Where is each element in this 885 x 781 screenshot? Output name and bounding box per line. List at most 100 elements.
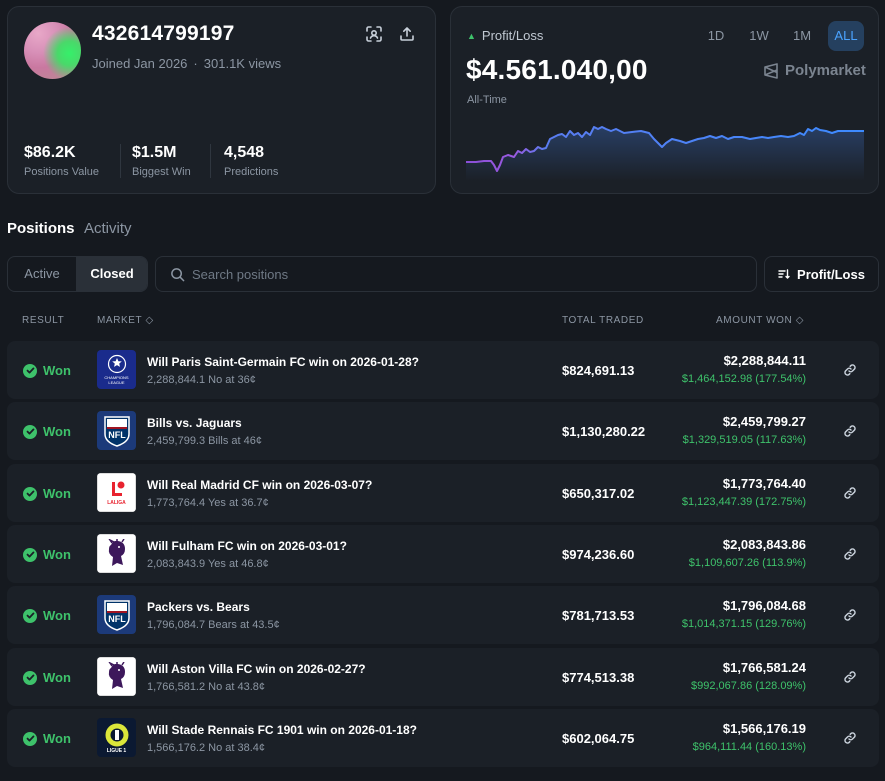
tab-activity[interactable]: Activity	[84, 220, 132, 237]
table-row[interactable]: Won Will Fulham FC win on 2026-03-01? 2,08…	[7, 525, 879, 583]
stat-divider	[120, 144, 121, 178]
joined-date: Joined Jan 2026	[92, 56, 188, 71]
market-position: 1,796,084.7 Bears at 43.5¢	[147, 619, 280, 631]
market-logo: CHAMPIONS LEAGUE	[97, 350, 136, 389]
col-amount-won-label: AMOUNT WON	[716, 315, 793, 326]
amount-won: $2,288,844.11	[723, 353, 806, 368]
result-badge: Won	[23, 363, 71, 378]
market-title[interactable]: Will Aston Villa FC win on 2026-02-27?	[147, 662, 366, 676]
pnl-sparkline	[466, 126, 864, 181]
scan-icon[interactable]	[365, 25, 383, 43]
stat-label: Predictions	[224, 166, 279, 178]
logo-text: LIGUE 1	[106, 747, 127, 754]
amount-won: $1,773,764.40	[722, 476, 806, 491]
result-label: Won	[43, 608, 71, 623]
market-logo: NFL	[97, 595, 136, 634]
stat-value: $86.2K	[24, 144, 76, 161]
range-1m[interactable]: 1M	[787, 21, 817, 51]
sort-diamond-icon: ◇	[795, 315, 805, 326]
logo-text: LALIGA	[107, 500, 126, 506]
stat-biggest-win: $1.5M Biggest Win	[132, 144, 191, 178]
market-position: 2,288,844.1 No at 36¢	[147, 374, 256, 386]
stat-predictions: 4,548 Predictions	[224, 144, 278, 178]
link-icon[interactable]	[843, 670, 857, 684]
range-all[interactable]: ALL	[828, 21, 864, 51]
market-title[interactable]: Will Real Madrid CF win on 2026-03-07?	[147, 478, 372, 492]
nfl-shield-icon: NFL	[103, 416, 130, 447]
profit-gain: $1,123,447.39 (172.75%)	[681, 496, 806, 508]
profit-gain: $964,111.44 (160.13%)	[692, 741, 806, 753]
market-title[interactable]: Will Paris Saint-Germain FC win on 2026-…	[147, 355, 419, 369]
pnl-period: All-Time	[467, 94, 507, 106]
market-title[interactable]: Bills vs. Jaguars	[147, 416, 242, 430]
stat-label: Biggest Win	[132, 166, 191, 178]
result-label: Won	[43, 670, 71, 685]
search-input[interactable]	[192, 257, 742, 291]
col-market[interactable]: MARKET ◇	[97, 315, 154, 326]
profit-gain: $1,329,519.05 (117.63%)	[682, 434, 806, 446]
col-amount-won[interactable]: AMOUNT WON ◇	[716, 315, 804, 326]
pnl-card: ▲ Profit/Loss $4.561.040,00 All-Time 1D 1…	[450, 6, 879, 194]
market-title[interactable]: Will Stade Rennais FC 1901 win on 2026-0…	[147, 723, 417, 737]
result-badge: Won	[23, 486, 71, 501]
check-circle-icon	[23, 424, 37, 439]
link-icon[interactable]	[843, 547, 857, 561]
range-1w[interactable]: 1W	[743, 21, 775, 51]
result-label: Won	[43, 486, 71, 501]
filter-active[interactable]: Active	[8, 257, 76, 291]
table-row[interactable]: Won NFL Packers vs. Bears 1,796,084.7 Bears…	[7, 586, 879, 644]
market-position: 1,566,176.2 No at 38.4¢	[147, 742, 266, 754]
polymarket-brand: Polymarket	[763, 62, 866, 79]
view-count: 301.1K views	[203, 56, 282, 71]
market-position: 2,083,843.9 Yes at 46.8¢	[147, 558, 269, 570]
link-icon[interactable]	[843, 731, 857, 745]
market-title[interactable]: Will Fulham FC win on 2026-03-01?	[147, 539, 347, 553]
premier-league-lion-icon	[107, 538, 125, 566]
link-icon[interactable]	[843, 608, 857, 622]
table-row[interactable]: Won NFL Bills vs. Jaguars 2,459,799.3 Bills…	[7, 402, 879, 460]
table-row[interactable]: Won Will Aston Villa FC win on 2026-02-27…	[7, 648, 879, 706]
market-logo	[97, 534, 136, 573]
check-circle-icon	[23, 608, 37, 623]
total-traded: $781,713.53	[562, 608, 635, 623]
check-circle-icon	[23, 363, 37, 378]
link-icon[interactable]	[843, 424, 857, 438]
profit-gain: $1,464,152.98 (177.54%)	[681, 373, 806, 385]
range-1d[interactable]: 1D	[701, 21, 731, 51]
total-traded: $974,236.60	[562, 547, 635, 562]
link-icon[interactable]	[843, 486, 857, 500]
avatar[interactable]	[24, 22, 81, 79]
table-row[interactable]: Won CHAMPIONS LEAGUE Will Paris Saint-Germ…	[7, 341, 879, 399]
profit-gain: $992,067.86 (128.09%)	[691, 680, 806, 692]
total-traded: $650,317.02	[562, 486, 635, 501]
table-row[interactable]: Won LALIGA Will Real Madrid CF win on 2026…	[7, 464, 879, 522]
search-icon	[171, 268, 185, 282]
share-icon[interactable]	[398, 25, 416, 43]
check-circle-icon	[23, 486, 37, 501]
svg-text:NFL: NFL	[108, 430, 126, 440]
pnl-label: ▲ Profit/Loss	[467, 28, 543, 43]
col-result: RESULT	[22, 315, 65, 326]
champions-league-star-icon	[107, 354, 126, 374]
market-title[interactable]: Packers vs. Bears	[147, 600, 250, 614]
check-circle-icon	[23, 547, 37, 562]
sort-icon	[778, 269, 790, 279]
col-market-label: MARKET	[97, 315, 143, 326]
total-traded: $774,513.38	[562, 670, 635, 685]
username: 432614799197	[92, 22, 235, 45]
filter-closed[interactable]: Closed	[76, 257, 147, 291]
polymarket-logo-icon	[764, 62, 778, 79]
market-logo: LALIGA	[97, 473, 136, 512]
col-total-traded: TOTAL TRADED	[562, 315, 644, 326]
stat-label: Positions Value	[24, 166, 100, 178]
total-traded: $1,130,280.22	[562, 424, 646, 439]
nfl-shield-icon: NFL	[103, 600, 130, 631]
amount-won: $2,083,843.86	[722, 537, 806, 552]
sort-profit-loss-button[interactable]: Profit/Loss	[764, 256, 879, 292]
table-row[interactable]: Won LIGUE 1 Will Stade Rennais FC 1901 win…	[7, 709, 879, 767]
total-traded: $824,691.13	[562, 363, 635, 378]
sort-label: Profit/Loss	[797, 266, 865, 282]
link-icon[interactable]	[843, 363, 857, 377]
check-circle-icon	[23, 731, 37, 746]
tab-positions[interactable]: Positions	[7, 220, 75, 237]
